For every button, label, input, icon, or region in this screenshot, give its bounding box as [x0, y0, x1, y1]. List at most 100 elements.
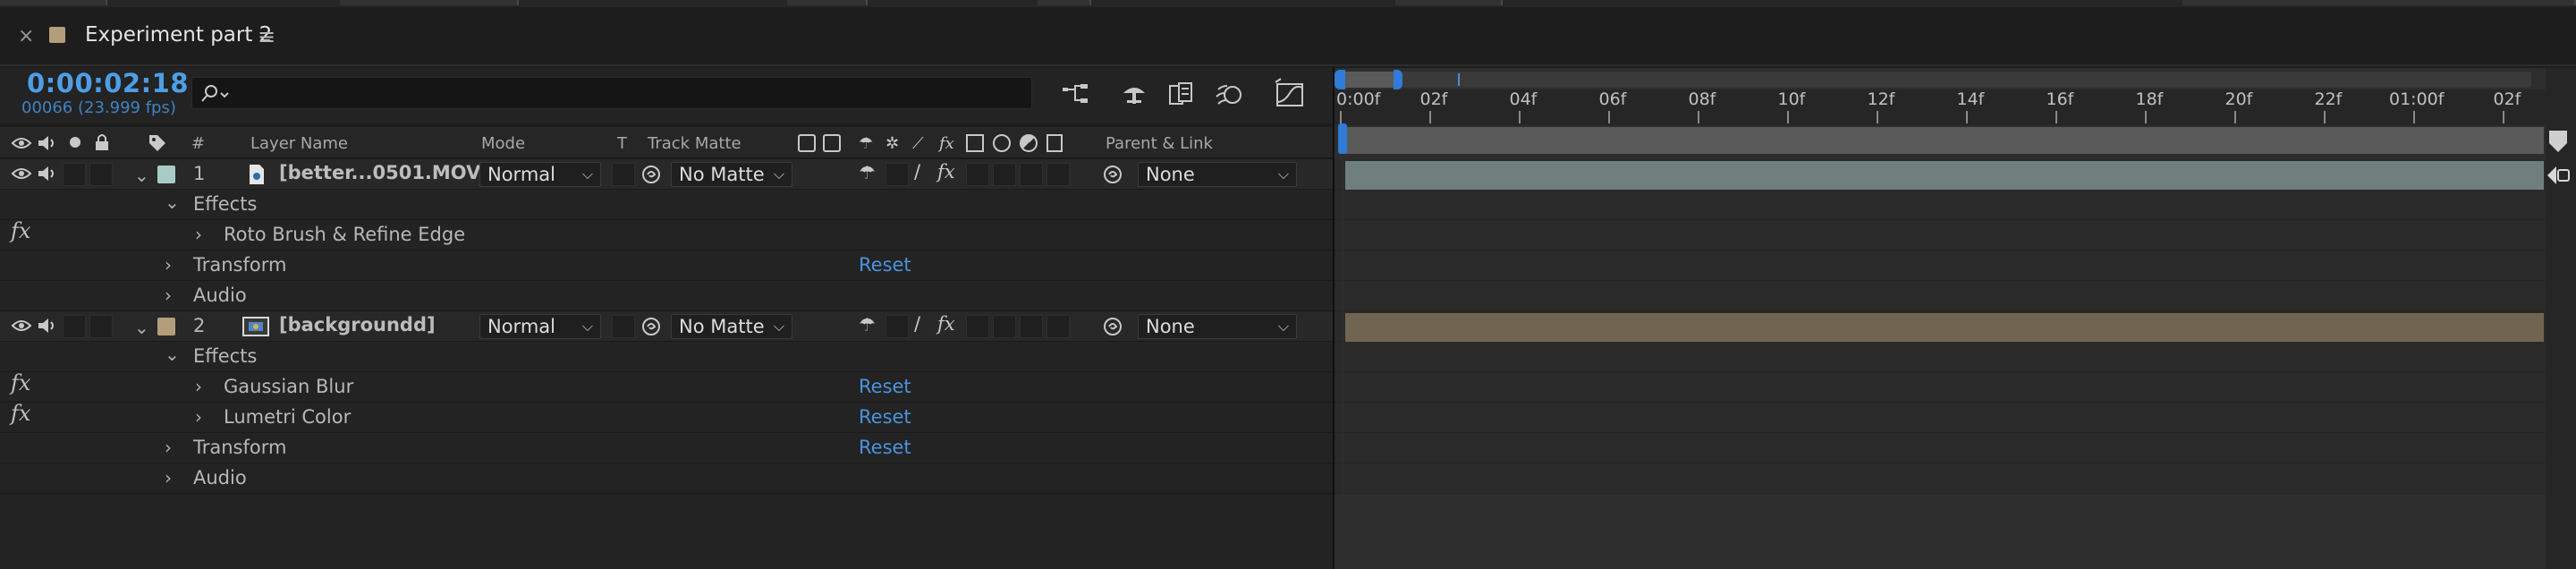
timeline-track-row	[1335, 251, 2546, 281]
solo-toggle[interactable]	[63, 315, 86, 338]
audio-toggle-icon[interactable]	[36, 165, 57, 183]
blend-mode-value: Normal	[487, 164, 555, 185]
transform-reset-link[interactable]: Reset	[859, 437, 911, 458]
matte-link-column-icon	[823, 134, 841, 152]
time-navigator-bar[interactable]	[1342, 72, 2531, 88]
layer-search-input[interactable]	[191, 77, 1032, 109]
expand-layer-chevron-icon[interactable]: ⌄	[134, 317, 149, 338]
layer-name[interactable]: [better...0501.MOV]	[279, 162, 489, 183]
collapse-switch[interactable]	[886, 163, 909, 186]
column-layer-name[interactable]: Layer Name	[250, 134, 348, 153]
expand-layer-chevron-icon[interactable]: ⌄	[134, 165, 149, 186]
effect-reset-link[interactable]: Reset	[859, 376, 911, 397]
effect-reset-link[interactable]: Reset	[859, 406, 911, 428]
effect-name[interactable]: Lumetri Color	[224, 406, 351, 428]
layer-duration-bar[interactable]	[1345, 161, 2544, 190]
visibility-toggle-icon[interactable]	[11, 165, 32, 183]
time-ruler-tick-label: 02f	[2493, 89, 2521, 109]
frame-blend-switch[interactable]	[966, 315, 989, 338]
frame-blending-icon[interactable]	[1163, 77, 1199, 113]
composition-flowchart-icon[interactable]	[1057, 77, 1093, 113]
audio-toggle-icon[interactable]	[36, 317, 57, 335]
effects-switch-icon[interactable]: fx	[937, 313, 955, 335]
top-strip-segment	[340, 0, 519, 5]
motion-blur-switch[interactable]	[993, 315, 1016, 338]
3d-layer-switch[interactable]	[1046, 315, 1070, 338]
layer-label-color[interactable]	[157, 318, 175, 335]
effects-group-label[interactable]: Effects	[193, 345, 257, 367]
fx-toggle-icon[interactable]: fx	[11, 401, 30, 426]
current-time-indicator[interactable]	[1338, 123, 1347, 154]
expand-effects-chevron-icon[interactable]: ⌄	[165, 191, 180, 213]
preserve-transparency-toggle[interactable]	[612, 163, 635, 186]
audio-group-label[interactable]: Audio	[193, 284, 247, 306]
3d-layer-switch[interactable]	[1046, 163, 1070, 186]
shy-layers-icon[interactable]	[1116, 77, 1152, 113]
effect-name[interactable]: Gaussian Blur	[224, 376, 353, 397]
time-navigator-start-handle[interactable]	[1335, 70, 1345, 89]
adjustment-layer-switch[interactable]	[1020, 163, 1043, 186]
track-matte-pickwhip-icon[interactable]	[640, 316, 664, 337]
time-ruler-tick-mark	[1877, 111, 1878, 123]
parent-dropdown[interactable]: None ⌵	[1138, 314, 1297, 339]
time-navigator-range[interactable]	[1342, 72, 1397, 88]
track-matte-pickwhip-icon[interactable]	[640, 164, 664, 185]
visibility-toggle-icon[interactable]	[11, 317, 32, 335]
expand-transform-chevron-icon[interactable]: ›	[165, 437, 172, 458]
expand-audio-chevron-icon[interactable]: ›	[165, 467, 172, 488]
layer-label-color[interactable]	[157, 166, 175, 183]
time-ruler-tick-mark	[1966, 111, 1968, 123]
panel-menu-icon[interactable]: ≡	[258, 24, 275, 49]
effects-group-label[interactable]: Effects	[193, 193, 257, 215]
lock-toggle[interactable]	[89, 163, 113, 186]
parent-pickwhip-icon[interactable]	[1102, 316, 1125, 337]
transform-group-label[interactable]: Transform	[193, 254, 286, 276]
fx-toggle-icon[interactable]: fx	[11, 370, 30, 395]
timeline-track-row	[1335, 190, 2546, 220]
blend-mode-dropdown[interactable]: Normal ⌵	[479, 162, 601, 187]
close-tab-icon[interactable]: ×	[18, 25, 34, 47]
layer-duration-bar[interactable]	[1345, 313, 2544, 342]
effect-name[interactable]: Roto Brush & Refine Edge	[224, 224, 465, 245]
track-matte-dropdown[interactable]: No Matte ⌵	[671, 162, 792, 187]
adjustment-layer-switch[interactable]	[1020, 315, 1043, 338]
track-matte-dropdown[interactable]: No Matte ⌵	[671, 314, 792, 339]
quality-switch-icon[interactable]: /	[914, 313, 920, 335]
time-ruler-tick-mark	[2324, 111, 2326, 123]
layer-name[interactable]: [backgroundd]	[279, 314, 436, 335]
transform-reset-link[interactable]: Reset	[859, 254, 911, 276]
fx-toggle-icon[interactable]: fx	[11, 218, 30, 243]
panel-tab-bar	[0, 9, 2576, 66]
blend-mode-dropdown[interactable]: Normal ⌵	[479, 314, 601, 339]
effects-switch-icon[interactable]: fx	[937, 161, 955, 183]
layer-end-handle-icon[interactable]	[2544, 163, 2572, 188]
time-ruler-tick-label: 20f	[2224, 89, 2253, 109]
expand-transform-chevron-icon[interactable]: ›	[165, 254, 172, 276]
time-navigator-end-handle[interactable]	[1394, 70, 1402, 89]
collapse-switch[interactable]	[886, 315, 909, 338]
expand-audio-chevron-icon[interactable]: ›	[165, 284, 172, 306]
expand-effect-chevron-icon[interactable]: ›	[195, 376, 202, 397]
lock-toggle[interactable]	[89, 315, 113, 338]
expand-effect-chevron-icon[interactable]: ›	[195, 224, 202, 245]
shy-switch-icon[interactable]: ☂	[859, 314, 876, 335]
parent-dropdown[interactable]: None ⌵	[1138, 162, 1297, 187]
expand-effects-chevron-icon[interactable]: ⌄	[165, 344, 180, 365]
empty-layer-area[interactable]	[0, 494, 1333, 569]
timeline-track-row	[1335, 342, 2546, 372]
motion-blur-icon[interactable]	[1211, 77, 1247, 113]
solo-toggle[interactable]	[63, 163, 86, 186]
composition-tab-title[interactable]: Experiment part 2	[85, 23, 272, 47]
parent-pickwhip-icon[interactable]	[1102, 164, 1125, 185]
preserve-transparency-toggle[interactable]	[612, 315, 635, 338]
graph-editor-icon[interactable]	[1272, 77, 1308, 113]
frame-blend-switch[interactable]	[966, 163, 989, 186]
quality-switch-icon[interactable]: /	[914, 161, 920, 183]
expand-effect-chevron-icon[interactable]: ›	[195, 406, 202, 428]
audio-group-label[interactable]: Audio	[193, 467, 247, 488]
current-time-display[interactable]: 0:00:02:18	[27, 68, 189, 98]
shy-switch-icon[interactable]: ☂	[859, 162, 876, 183]
work-area-bar[interactable]	[1340, 127, 2544, 154]
motion-blur-switch[interactable]	[993, 163, 1016, 186]
transform-group-label[interactable]: Transform	[193, 437, 286, 458]
